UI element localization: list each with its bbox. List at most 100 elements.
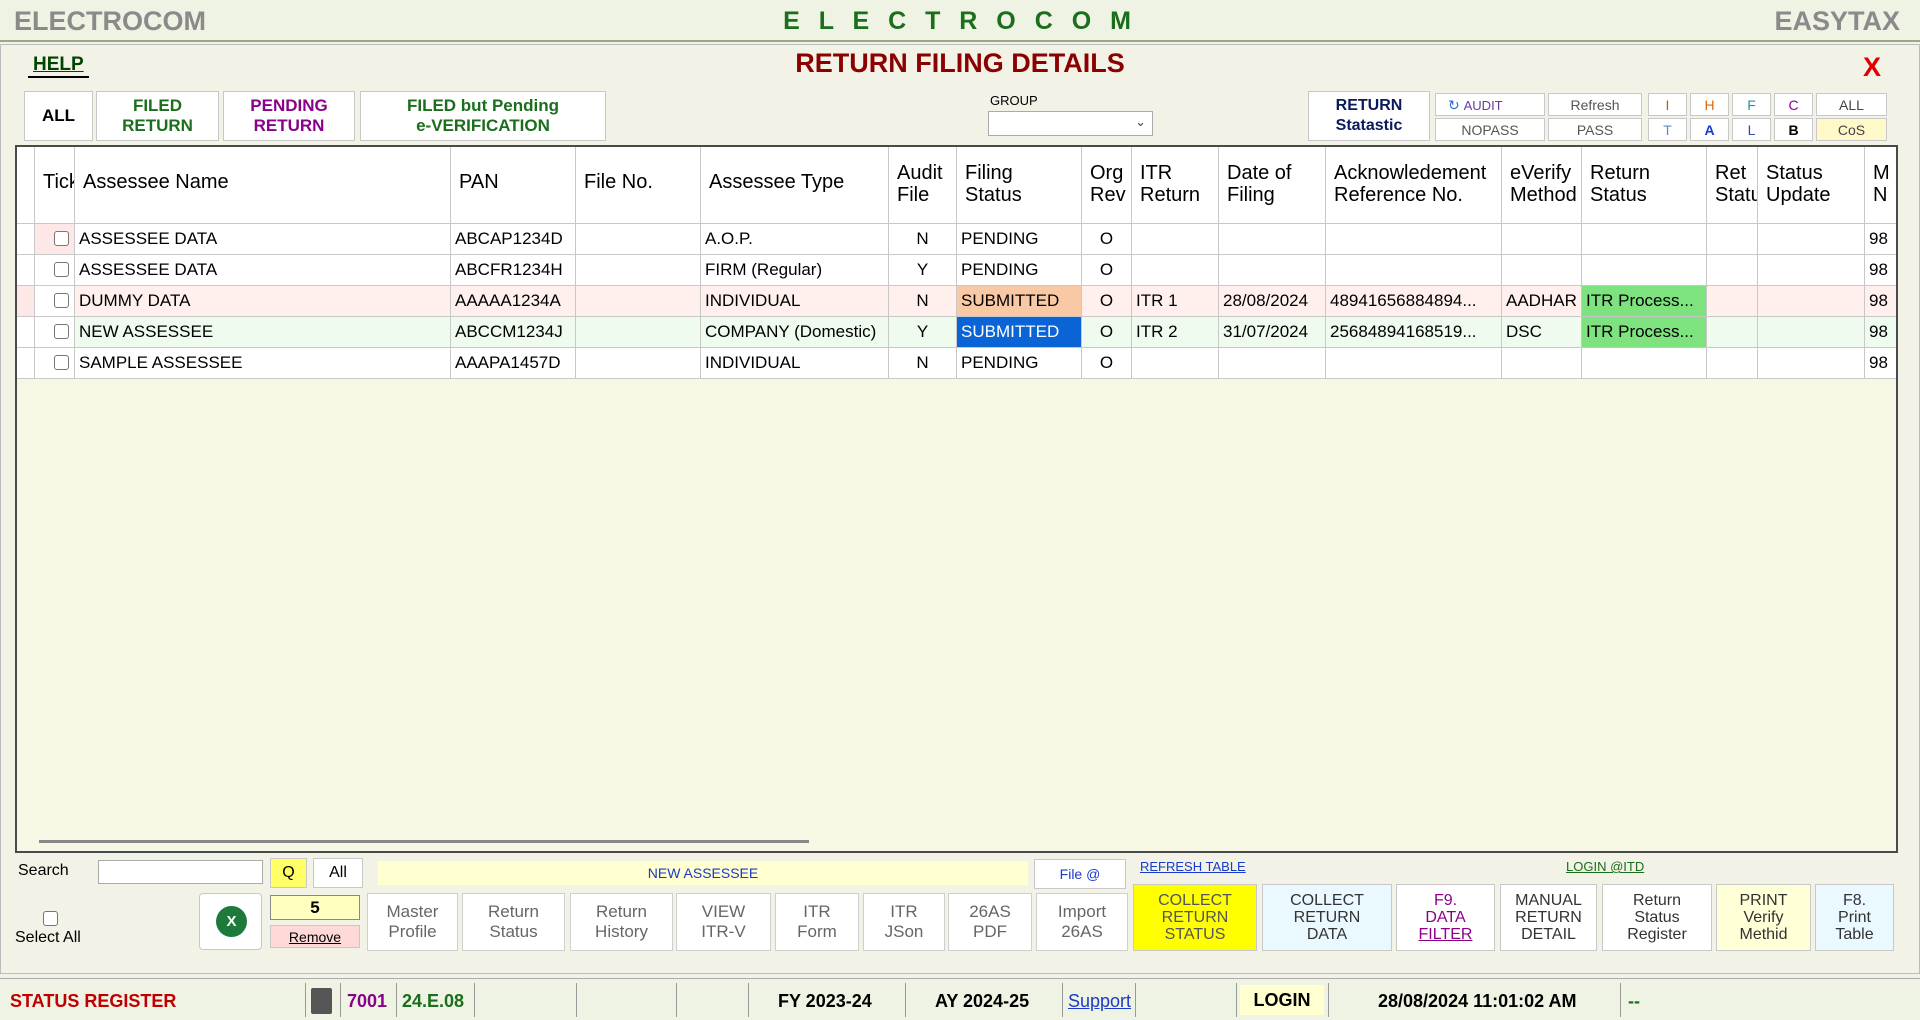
column-header[interactable]: File No.	[576, 147, 701, 224]
row-header-corner	[17, 147, 35, 224]
filter-all-button[interactable]: ALL	[1816, 93, 1887, 116]
row-checkbox[interactable]	[54, 355, 69, 370]
filter-b-button[interactable]: B	[1774, 118, 1813, 141]
divider	[1236, 983, 1237, 1017]
collect-data-line-3: DATA	[1306, 926, 1348, 943]
column-header[interactable]: Assessee Type	[701, 147, 889, 224]
row-checkbox-cell[interactable]	[35, 224, 75, 255]
row-checkbox-cell[interactable]	[35, 255, 75, 286]
excel-export-button[interactable]: X	[199, 893, 262, 950]
row-selector[interactable]	[17, 286, 35, 317]
support-link[interactable]: Support	[1068, 991, 1131, 1012]
table-cell-type: INDIVIDUAL	[701, 286, 889, 317]
row-selector[interactable]	[17, 348, 35, 379]
data-filter-button[interactable]: F9. DATA FILTER	[1396, 884, 1495, 951]
close-button[interactable]: X	[1863, 52, 1881, 83]
column-header[interactable]: Date of Filing	[1219, 147, 1326, 224]
column-header[interactable]: Status Update	[1758, 147, 1865, 224]
search-label: Search	[18, 862, 69, 879]
button-line-2: Form	[797, 922, 837, 941]
select-all-checkbox[interactable]	[43, 911, 58, 926]
table-cell-ack: 48941656884894...	[1326, 286, 1502, 317]
column-header[interactable]: Audit File	[889, 147, 957, 224]
column-header[interactable]: Assessee Name	[75, 147, 451, 224]
filter-f-button[interactable]: F	[1732, 93, 1771, 116]
row-selector[interactable]	[17, 255, 35, 286]
return-history-button[interactable]: Return History	[570, 893, 673, 951]
pass-button[interactable]: PASS	[1548, 118, 1642, 141]
table-cell-audit: N	[889, 348, 957, 379]
import-26as-button[interactable]: Import 26AS	[1036, 893, 1128, 951]
column-header[interactable]: PAN	[451, 147, 576, 224]
remove-button[interactable]: Remove	[270, 925, 360, 948]
table-cell-status: SUBMITTED	[957, 286, 1082, 317]
itr-form-button[interactable]: ITR Form	[775, 893, 859, 951]
itr-json-button[interactable]: ITR JSon	[863, 893, 945, 951]
row-checkbox-cell[interactable]	[35, 348, 75, 379]
collect-return-data-button[interactable]: COLLECT RETURN DATA	[1262, 884, 1392, 951]
column-header[interactable]: MN	[1865, 147, 1896, 224]
tab-filed-pending-everification[interactable]: FILED but Pending e-VERIFICATION	[360, 91, 606, 141]
26as-pdf-button[interactable]: 26AS PDF	[948, 893, 1032, 951]
return-statistic-button[interactable]: RETURN Statastic	[1308, 91, 1430, 141]
search-q-button[interactable]: Q	[270, 858, 307, 888]
audit-button[interactable]: ↻ AUDIT	[1435, 93, 1545, 116]
return-filing-table[interactable]: Tick Assessee Name PAN File No. Assessee Typ…	[15, 145, 1898, 853]
select-all-label: Select All	[15, 929, 81, 946]
row-selector[interactable]	[17, 224, 35, 255]
column-header[interactable]: ITR Return	[1132, 147, 1219, 224]
login-button[interactable]: LOGIN	[1240, 985, 1324, 1015]
group-select[interactable]: ⌄	[988, 111, 1153, 136]
manual-return-detail-button[interactable]: MANUAL RETURN DETAIL	[1500, 884, 1597, 951]
tab-pending-return[interactable]: PENDING RETURN	[223, 91, 355, 141]
horizontal-scrollbar[interactable]	[39, 840, 809, 843]
filter-cos-button[interactable]: CoS	[1816, 118, 1887, 141]
table-cell-everify	[1502, 255, 1582, 286]
search-input[interactable]	[98, 860, 263, 884]
collect-return-status-button[interactable]: COLLECT RETURN STATUS	[1133, 884, 1257, 951]
login-itd-link[interactable]: LOGIN @ITD	[1566, 859, 1644, 874]
return-status-register-button[interactable]: Return Status Register	[1602, 884, 1712, 951]
f9-line-1: F9.	[1433, 892, 1458, 909]
calculator-icon[interactable]	[311, 988, 332, 1014]
row-checkbox-cell[interactable]	[35, 317, 75, 348]
row-selector[interactable]	[17, 317, 35, 348]
table-cell-status: PENDING	[957, 224, 1082, 255]
return-status-button[interactable]: Return Status	[462, 893, 565, 951]
row-checkbox[interactable]	[54, 262, 69, 277]
table-cell-ret	[1707, 348, 1758, 379]
filter-t-button[interactable]: T	[1648, 118, 1687, 141]
table-cell-everify	[1502, 224, 1582, 255]
button-line-2: History	[595, 922, 648, 941]
column-header[interactable]: Acknowledement Reference No.	[1326, 147, 1502, 224]
file-at-button[interactable]: File @	[1034, 859, 1126, 889]
column-header[interactable]: Tick	[35, 147, 75, 224]
filter-l-button[interactable]: L	[1732, 118, 1771, 141]
tab-all[interactable]: ALL	[24, 91, 93, 141]
print-table-button[interactable]: F8. Print Table	[1815, 884, 1894, 951]
filter-h-button[interactable]: H	[1690, 93, 1729, 116]
column-header[interactable]: Filing Status	[957, 147, 1082, 224]
tab-filed-return[interactable]: FILED RETURN	[96, 91, 219, 141]
print-verify-method-button[interactable]: PRINT Verify Methid	[1716, 884, 1811, 951]
row-checkbox[interactable]	[54, 324, 69, 339]
tab-filed-label-2: RETURN	[122, 116, 193, 135]
refresh-button[interactable]: Refresh	[1548, 93, 1642, 116]
search-all-button[interactable]: All	[313, 858, 363, 888]
column-header[interactable]: Return Status	[1582, 147, 1707, 224]
row-checkbox[interactable]	[54, 231, 69, 246]
filter-i-button[interactable]: I	[1648, 93, 1687, 116]
filter-c-button[interactable]: C	[1774, 93, 1813, 116]
column-header[interactable]: Ret Statu	[1707, 147, 1758, 224]
column-header[interactable]: eVerify Method	[1502, 147, 1582, 224]
row-checkbox-cell[interactable]	[35, 286, 75, 317]
master-profile-button[interactable]: Master Profile	[367, 893, 458, 951]
refresh-table-link[interactable]: REFRESH TABLE	[1140, 859, 1246, 874]
filter-a-button[interactable]: A	[1690, 118, 1729, 141]
view-itrv-button[interactable]: VIEW ITR-V	[676, 893, 771, 951]
table-cell-type: A.O.P.	[701, 224, 889, 255]
nopass-button[interactable]: NOPASS	[1435, 118, 1545, 141]
column-header[interactable]: Org Rev	[1082, 147, 1132, 224]
row-checkbox[interactable]	[54, 293, 69, 308]
page-title: RETURN FILING DETAILS	[795, 48, 1125, 78]
